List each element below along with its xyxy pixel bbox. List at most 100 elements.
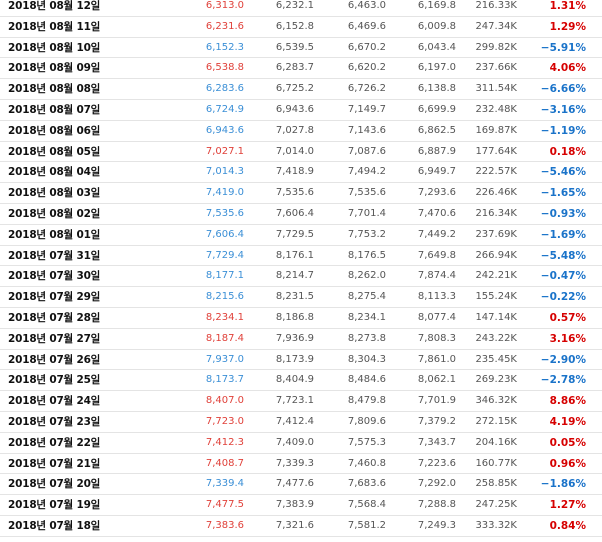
row-volume: 269.23K	[475, 374, 517, 386]
row-close-price: 8,234.1	[205, 311, 244, 323]
row-date: 2018년 08월 04일	[8, 166, 101, 179]
table-row: 2018년 08월 07일 6,724.9 6,943.6 7,149.7 6,699.…	[0, 100, 602, 121]
row-date: 2018년 07월 30일	[8, 270, 101, 283]
row-open-price: 8,176.1	[275, 249, 314, 261]
row-volume: 258.85K	[475, 478, 517, 490]
row-volume: 237.69K	[475, 228, 517, 240]
row-volume: 333.32K	[475, 519, 517, 531]
row-change-percent: 1.29%	[549, 20, 586, 33]
row-change-percent: 4.06%	[549, 62, 586, 75]
row-high-price: 8,262.0	[347, 270, 386, 282]
row-low-price: 7,808.3	[417, 332, 456, 344]
row-change-percent: 0.05%	[549, 436, 586, 449]
row-high-price: 8,275.4	[347, 291, 386, 303]
row-change-percent: 0.18%	[549, 145, 586, 158]
row-high-price: 8,234.1	[347, 311, 386, 323]
row-volume: 232.48K	[475, 103, 517, 115]
row-close-price: 7,383.6	[205, 519, 244, 531]
row-low-price: 7,223.6	[417, 457, 456, 469]
table-row: 2018년 08월 04일 7,014.3 7,418.9 7,494.2 6,949.…	[0, 162, 602, 184]
row-volume: 237.66K	[475, 62, 517, 74]
row-date: 2018년 07월 23일	[8, 415, 101, 428]
row-high-price: 7,568.4	[347, 499, 386, 511]
row-low-price: 7,861.0	[417, 353, 456, 365]
table-row: 2018년 07월 20일 7,339.4 7,477.6 7,683.6 7,292.…	[0, 474, 602, 496]
row-close-price: 6,724.9	[205, 103, 244, 115]
row-low-price: 7,249.3	[417, 519, 456, 531]
row-date: 2018년 07월 27일	[8, 332, 101, 345]
table-row: 2018년 08월 08일 6,283.6 6,725.2 6,726.2 6,138.…	[0, 79, 602, 100]
table-row: 2018년 07월 28일 8,234.1 8,186.8 8,234.1 8,077.…	[0, 308, 602, 329]
row-open-price: 7,418.9	[275, 166, 314, 178]
row-date: 2018년 07월 22일	[8, 436, 101, 449]
row-low-price: 7,343.7	[417, 436, 456, 448]
row-change-percent: 1.27%	[549, 499, 586, 512]
row-date: 2018년 08월 05일	[8, 145, 101, 158]
row-date: 2018년 08월 02일	[8, 207, 101, 220]
table-row: 2018년 08월 01일 7,606.4 7,729.5 7,753.2 7,449.…	[0, 225, 602, 246]
row-volume: 177.64K	[475, 145, 517, 157]
row-date: 2018년 07월 31일	[8, 249, 101, 262]
table-row: 2018년 08월 03일 7,419.0 7,535.6 7,535.6 7,293.…	[0, 183, 602, 204]
row-change-percent: −5.91%	[540, 41, 586, 54]
row-open-price: 6,539.5	[275, 41, 314, 53]
row-close-price: 8,173.7	[205, 374, 244, 386]
row-volume: 216.33K	[475, 0, 517, 11]
row-low-price: 7,701.9	[417, 395, 456, 407]
row-low-price: 6,138.8	[417, 83, 456, 95]
row-open-price: 7,723.1	[275, 395, 314, 407]
row-volume: 216.34K	[475, 207, 517, 219]
row-low-price: 8,077.4	[417, 311, 456, 323]
row-low-price: 7,293.6	[417, 187, 456, 199]
row-close-price: 8,177.1	[205, 270, 244, 282]
row-date: 2018년 08월 10일	[8, 41, 101, 54]
row-open-price: 7,729.5	[275, 228, 314, 240]
table-row: 2018년 07월 19일 7,477.5 7,383.9 7,568.4 7,288.…	[0, 495, 602, 516]
row-high-price: 7,575.3	[347, 436, 386, 448]
row-date: 2018년 08월 07일	[8, 103, 101, 116]
row-close-price: 7,729.4	[205, 249, 244, 261]
row-open-price: 7,412.4	[275, 415, 314, 427]
row-close-price: 6,231.6	[205, 20, 244, 32]
table-row: 2018년 08월 12일 6,313.0 6,232.1 6,463.0 6,169.…	[0, 0, 602, 17]
row-low-price: 6,197.0	[417, 62, 456, 74]
row-open-price: 6,152.8	[275, 20, 314, 32]
row-open-price: 7,321.6	[275, 519, 314, 531]
row-low-price: 6,699.9	[417, 103, 456, 115]
row-date: 2018년 07월 21일	[8, 457, 101, 470]
row-date: 2018년 08월 03일	[8, 187, 101, 200]
row-volume: 299.82K	[475, 41, 517, 53]
row-high-price: 6,726.2	[347, 83, 386, 95]
row-change-percent: −5.46%	[540, 166, 586, 179]
row-volume: 247.34K	[475, 20, 517, 32]
row-change-percent: 4.19%	[549, 415, 586, 428]
row-date: 2018년 08월 11일	[8, 20, 101, 33]
row-change-percent: 0.57%	[549, 311, 586, 324]
row-date: 2018년 08월 06일	[8, 124, 101, 137]
row-date: 2018년 07월 28일	[8, 311, 101, 324]
table-row: 2018년 08월 09일 6,538.8 6,283.7 6,620.2 6,197.…	[0, 58, 602, 80]
row-volume: 226.46K	[475, 187, 517, 199]
row-low-price: 6,009.8	[417, 20, 456, 32]
row-change-percent: −3.16%	[540, 103, 586, 116]
row-open-price: 7,339.3	[275, 457, 314, 469]
row-low-price: 7,449.2	[417, 228, 456, 240]
row-high-price: 8,176.5	[347, 249, 386, 261]
row-high-price: 6,670.2	[347, 41, 386, 53]
row-close-price: 6,152.3	[205, 41, 244, 53]
table-row: 2018년 07월 27일 8,187.4 7,936.9 8,273.8 7,808.…	[0, 329, 602, 350]
row-change-percent: −0.93%	[540, 207, 586, 220]
row-date: 2018년 07월 26일	[8, 353, 101, 366]
row-open-price: 6,725.2	[275, 83, 314, 95]
row-volume: 247.25K	[475, 499, 517, 511]
row-open-price: 8,173.9	[275, 353, 314, 365]
row-close-price: 6,538.8	[205, 62, 244, 74]
row-date: 2018년 07월 25일	[8, 374, 101, 387]
table-row: 2018년 07월 18일 7,383.6 7,321.6 7,581.2 7,249.…	[0, 516, 602, 537]
table-row: 2018년 07월 21일 7,408.7 7,339.3 7,460.8 7,223.…	[0, 454, 602, 475]
table-row: 2018년 07월 22일 7,412.3 7,409.0 7,575.3 7,343.…	[0, 433, 602, 454]
row-high-price: 6,620.2	[347, 62, 386, 74]
row-close-price: 7,408.7	[205, 457, 244, 469]
row-volume: 160.77K	[475, 457, 517, 469]
row-close-price: 7,027.1	[205, 145, 244, 157]
